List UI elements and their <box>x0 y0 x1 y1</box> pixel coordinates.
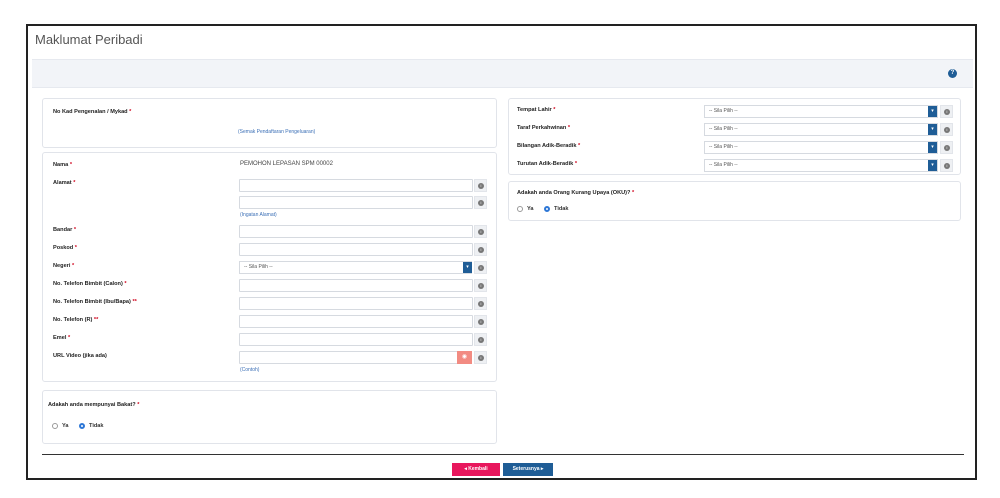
poskod-info[interactable]: i <box>474 243 487 256</box>
alamat-line1-input[interactable] <box>239 179 473 192</box>
turutan-label: Turutan Adik-Beradik * <box>517 161 578 167</box>
tel-rumah-input[interactable] <box>239 315 473 328</box>
ic-label: No Kad Pengenalan / Mykad * <box>53 109 132 115</box>
help-circle-icon[interactable]: ? <box>948 69 957 78</box>
next-button[interactable]: Seterusnya ▸ <box>503 463 553 476</box>
tel-calon-label: No. Telefon Bimbit (Calon) * <box>53 281 127 287</box>
form-window: Maklumat Peribadi ? No Kad Pengenalan / … <box>26 24 977 480</box>
info-icon: i <box>478 229 484 235</box>
poskod-label: Poskod * <box>53 245 77 251</box>
oku-panel: Adakah anda Orang Kurang Upaya (OKU)? * … <box>508 181 961 221</box>
info-icon: i <box>478 355 484 361</box>
url-video-info[interactable]: i <box>474 351 487 364</box>
negeri-label: Negeri * <box>53 263 75 269</box>
emel-label: Emel * <box>53 335 71 341</box>
next-label: Seterusnya <box>512 466 540 472</box>
oku-question: Adakah anda Orang Kurang Upaya (OKU)? * <box>517 190 635 196</box>
oku-tidak-label: Tidak <box>554 206 569 212</box>
page-title: Maklumat Peribadi <box>35 32 143 47</box>
bandar-label: Bandar * <box>53 227 77 233</box>
info-icon: i <box>478 337 484 343</box>
bakat-ya-radio[interactable] <box>52 423 58 429</box>
taraf-label: Taraf Perkahwinan * <box>517 125 571 131</box>
nama-label: Nama * <box>53 162 72 168</box>
info-icon: i <box>478 301 484 307</box>
alamat-link[interactable]: (Ingatan Alamat) <box>240 212 277 218</box>
info-icon: i <box>478 200 484 206</box>
turutan-info[interactable]: i <box>940 159 953 172</box>
bakat-panel: Adakah anda mempunyai Bakat? * Ya Tidak <box>42 390 497 444</box>
info-icon: i <box>478 247 484 253</box>
right-selects-panel: Tempat Lahir * -- Sila Pilih -- ▾ i Tara… <box>508 98 961 175</box>
tel-ibubapa-info[interactable]: i <box>474 297 487 310</box>
tel-rumah-label: No. Telefon (R) ** <box>53 317 99 323</box>
bandar-info[interactable]: i <box>474 225 487 238</box>
oku-tidak-radio[interactable] <box>544 206 550 212</box>
arrow-right-icon: ▸ <box>540 466 544 472</box>
alamat-line2-info[interactable]: i <box>474 196 487 209</box>
url-video-example-link[interactable]: (Contoh) <box>240 367 259 373</box>
taraf-info[interactable]: i <box>940 123 953 136</box>
section-toolbar: ? <box>32 59 973 88</box>
ic-panel: No Kad Pengenalan / Mykad * (Semak Penda… <box>42 98 497 148</box>
negeri-info[interactable]: i <box>474 261 487 274</box>
arrow-left-icon: ◂ <box>464 466 467 472</box>
bakat-ya-label: Ya <box>62 423 69 429</box>
poskod-input[interactable] <box>239 243 473 256</box>
negeri-select[interactable]: -- Sila Pilih -- <box>239 261 472 274</box>
info-icon: i <box>478 283 484 289</box>
info-icon: i <box>478 319 484 325</box>
tel-calon-info[interactable]: i <box>474 279 487 292</box>
taraf-select[interactable]: -- Sila Pilih -- <box>704 123 938 136</box>
tempat-lahir-select[interactable]: -- Sila Pilih -- <box>704 105 938 118</box>
oku-ya-label: Ya <box>527 206 534 212</box>
bil-adik-info[interactable]: i <box>940 141 953 154</box>
tempat-lahir-label: Tempat Lahir * <box>517 107 556 113</box>
alamat-line2-input[interactable] <box>239 196 473 209</box>
chevron-down-icon[interactable]: ▾ <box>928 142 937 153</box>
info-icon: i <box>944 127 950 133</box>
bil-adik-select[interactable]: -- Sila Pilih -- <box>704 141 938 154</box>
turutan-select[interactable]: -- Sila Pilih -- <box>704 159 938 172</box>
emel-info[interactable]: i <box>474 333 487 346</box>
bil-adik-label: Bilangan Adik-Beradik * <box>517 143 581 149</box>
tel-rumah-info[interactable]: i <box>474 315 487 328</box>
chevron-down-icon[interactable]: ▾ <box>928 106 937 117</box>
emel-input[interactable] <box>239 333 473 346</box>
nama-value: PEMOHON LEPASAN SPM 00002 <box>240 161 333 167</box>
tel-ibubapa-input[interactable] <box>239 297 473 310</box>
tempat-lahir-info[interactable]: i <box>940 105 953 118</box>
bakat-question: Adakah anda mempunyai Bakat? * <box>48 402 140 408</box>
bandar-input[interactable] <box>239 225 473 238</box>
back-label: Kembali <box>468 466 488 472</box>
chevron-down-icon[interactable]: ▾ <box>928 124 937 135</box>
tel-calon-input[interactable] <box>239 279 473 292</box>
url-video-label: URL Video (jika ada) <box>53 353 107 359</box>
footer-divider <box>42 454 964 455</box>
info-icon: i <box>478 183 484 189</box>
info-icon: i <box>478 265 484 271</box>
oku-ya-radio[interactable] <box>517 206 523 212</box>
back-button[interactable]: ◂ Kembali <box>452 463 500 476</box>
url-video-input[interactable] <box>239 351 458 364</box>
info-icon: i <box>944 109 950 115</box>
alamat-line1-info[interactable]: i <box>474 179 487 192</box>
chevron-down-icon[interactable]: ▾ <box>928 160 937 171</box>
ic-check-link[interactable]: (Semak Pendaftaran Pengeluaran) <box>238 129 315 135</box>
alamat-label: Alamat * <box>53 180 76 186</box>
bakat-tidak-radio[interactable] <box>79 423 85 429</box>
info-icon: i <box>944 163 950 169</box>
info-icon: i <box>944 145 950 151</box>
bakat-tidak-label: Tidak <box>89 423 104 429</box>
eye-icon[interactable]: ◉ <box>457 351 472 364</box>
tel-ibubapa-label: No. Telefon Bimbit (Ibu/Bapa) ** <box>53 299 137 305</box>
chevron-down-icon[interactable]: ▾ <box>463 262 472 273</box>
personal-panel: Nama * PEMOHON LEPASAN SPM 00002 Alamat … <box>42 152 497 382</box>
